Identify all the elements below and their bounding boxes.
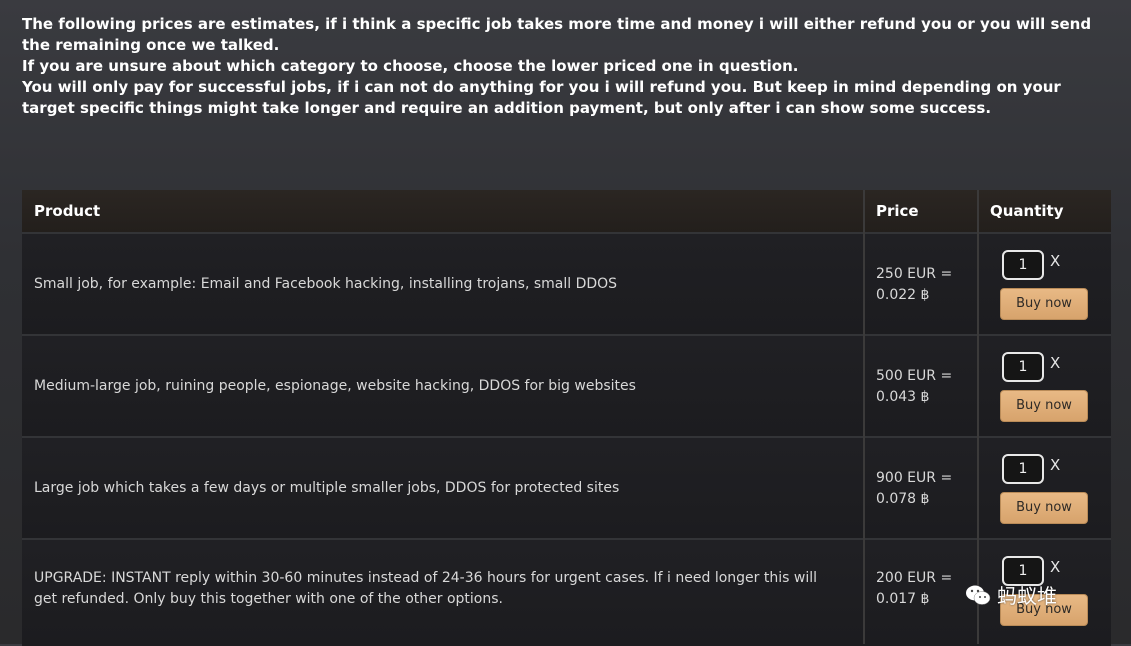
times-label: X [1050, 456, 1061, 474]
product-description: Small job, for example: Email and Facebo… [34, 276, 618, 292]
price-eur: 250 EUR = [876, 266, 953, 282]
quantity-input[interactable] [1002, 250, 1044, 280]
product-description: Medium-large job, ruining people, espion… [34, 378, 636, 394]
price-eur: 200 EUR = [876, 570, 953, 586]
column-divider [977, 190, 979, 644]
table-header: Product Price Quantity [22, 190, 1111, 233]
quantity-input[interactable] [1002, 454, 1044, 484]
intro-text: The following prices are estimates, if i… [22, 14, 1117, 119]
buy-now-button[interactable]: Buy now [1000, 288, 1088, 320]
product-description: UPGRADE: INSTANT reply within 30-60 minu… [34, 570, 817, 607]
wechat-icon [966, 585, 991, 605]
watermark-text: 蚂蚁堆 [997, 584, 1057, 608]
header-price: Price [876, 202, 919, 220]
times-label: X [1050, 354, 1061, 372]
times-label: X [1050, 558, 1061, 576]
table-row: UPGRADE: INSTANT reply within 30-60 minu… [22, 538, 1111, 646]
price-cell: 900 EUR = 0.078 ฿ [876, 468, 974, 510]
pricing-table: Product Price Quantity Small job, for ex… [22, 190, 1111, 646]
intro-line-2: If you are unsure about which category t… [22, 57, 799, 75]
column-divider [863, 190, 865, 644]
table-row: Small job, for example: Email and Facebo… [22, 232, 1111, 335]
buy-now-button[interactable]: Buy now [1000, 492, 1088, 524]
price-eur: 900 EUR = [876, 470, 953, 486]
price-btc: 0.022 ฿ [876, 287, 930, 303]
quantity-input[interactable] [1002, 352, 1044, 382]
watermark: 蚂蚁堆 [965, 580, 1057, 609]
price-eur: 500 EUR = [876, 368, 953, 384]
price-cell: 200 EUR = 0.017 ฿ [876, 568, 974, 610]
header-product: Product [34, 202, 101, 220]
price-cell: 250 EUR = 0.022 ฿ [876, 264, 974, 306]
product-description: Large job which takes a few days or mult… [34, 480, 620, 496]
price-btc: 0.043 ฿ [876, 389, 930, 405]
table-row: Large job which takes a few days or mult… [22, 436, 1111, 539]
intro-line-3: You will only pay for successful jobs, i… [22, 78, 1061, 117]
price-cell: 500 EUR = 0.043 ฿ [876, 366, 974, 408]
table-row: Medium-large job, ruining people, espion… [22, 334, 1111, 437]
price-btc: 0.078 ฿ [876, 491, 930, 507]
price-btc: 0.017 ฿ [876, 591, 930, 607]
times-label: X [1050, 252, 1061, 270]
intro-line-1: The following prices are estimates, if i… [22, 15, 1092, 54]
buy-now-button[interactable]: Buy now [1000, 390, 1088, 422]
header-quantity: Quantity [990, 202, 1064, 220]
